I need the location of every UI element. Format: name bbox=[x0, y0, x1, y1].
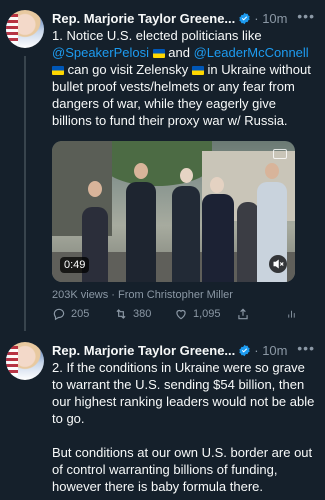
more-icon[interactable]: ••• bbox=[297, 8, 315, 24]
retweet-icon bbox=[116, 309, 126, 319]
tweet-1[interactable]: Rep. Marjorie Taylor Greene... · 10m •••… bbox=[0, 0, 325, 332]
tweet-2[interactable]: Rep. Marjorie Taylor Greene... · 10m •••… bbox=[0, 332, 325, 500]
reply-icon bbox=[53, 308, 65, 321]
retweet-count: 380 bbox=[133, 308, 152, 320]
view-count: 203K views · From Christopher Miller bbox=[52, 289, 233, 301]
avatar[interactable] bbox=[6, 342, 44, 380]
like-count: 1,095 bbox=[193, 308, 221, 320]
video-person bbox=[126, 182, 156, 282]
like-button[interactable]: 1,095 bbox=[174, 307, 236, 321]
avatar[interactable] bbox=[6, 10, 44, 48]
timestamp[interactable]: · 10m bbox=[254, 343, 287, 358]
tweet-text: 1. Notice U.S. elected politicians like … bbox=[52, 27, 318, 129]
reply-count: 205 bbox=[71, 308, 90, 320]
video-person bbox=[202, 194, 234, 282]
author-name[interactable]: Rep. Marjorie Taylor Greene... bbox=[52, 11, 235, 26]
verified-badge-icon bbox=[239, 344, 250, 356]
avatar-flag bbox=[6, 346, 18, 376]
video-player[interactable]: 0:49 bbox=[52, 141, 295, 282]
video-person bbox=[172, 186, 200, 282]
video-person-head bbox=[180, 168, 193, 183]
mention-link[interactable]: @LeaderMcConnell bbox=[194, 45, 309, 60]
tweet-paragraph: But conditions at our own U.S. border ar… bbox=[52, 445, 313, 494]
mute-icon-svg bbox=[273, 259, 284, 269]
more-icon[interactable]: ••• bbox=[297, 340, 315, 356]
tweet-text: 2. If the conditions in Ukraine were so … bbox=[52, 359, 318, 495]
tweet-text-part: in Ukraine bbox=[203, 62, 267, 77]
video-duration: 0:49 bbox=[60, 257, 90, 273]
tweet-text-part: can go visit Zelensky bbox=[64, 62, 192, 77]
action-bar: 205 380 1,095 bbox=[52, 306, 302, 322]
tweet-text-part: and bbox=[168, 45, 194, 60]
captions-icon[interactable] bbox=[273, 149, 287, 159]
timestamp[interactable]: · 10m bbox=[254, 11, 287, 26]
share-icon bbox=[238, 308, 248, 320]
retweet-button[interactable]: 380 bbox=[114, 307, 174, 321]
video-person-head bbox=[134, 163, 148, 179]
tweet-header: Rep. Marjorie Taylor Greene... · 10m bbox=[52, 342, 288, 358]
tweet-paragraph: 2. If the conditions in Ukraine were so … bbox=[52, 360, 315, 426]
author-name[interactable]: Rep. Marjorie Taylor Greene... bbox=[52, 343, 235, 358]
video-person-head bbox=[88, 181, 102, 197]
video-person bbox=[237, 202, 259, 282]
ukraine-flag-emoji bbox=[52, 66, 64, 75]
like-icon bbox=[176, 309, 186, 320]
verified-badge-icon bbox=[239, 12, 250, 24]
ukraine-flag-emoji bbox=[152, 49, 165, 58]
share-button[interactable] bbox=[236, 307, 286, 321]
ukraine-flag-emoji bbox=[191, 66, 204, 75]
video-person-head bbox=[265, 163, 279, 179]
tweet-header: Rep. Marjorie Taylor Greene... · 10m bbox=[52, 10, 288, 26]
avatar-flag bbox=[6, 14, 18, 44]
analytics-icon bbox=[288, 310, 295, 318]
reply-button[interactable]: 205 bbox=[52, 307, 114, 321]
analytics-button[interactable] bbox=[286, 307, 302, 321]
video-frame-trees bbox=[102, 141, 212, 186]
video-person-head bbox=[210, 177, 224, 193]
tweet-text-part: 1. Notice U.S. elected politicians like bbox=[52, 28, 262, 43]
mention-link[interactable]: @SpeakerPelosi bbox=[52, 45, 149, 60]
mute-icon[interactable] bbox=[269, 255, 287, 273]
